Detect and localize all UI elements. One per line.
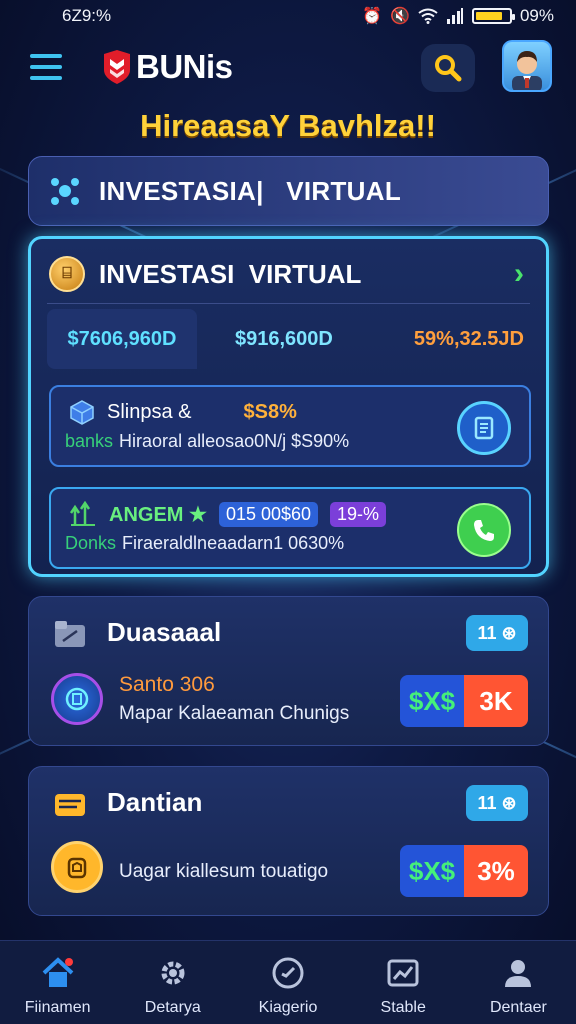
ledger-icon bbox=[474, 416, 494, 440]
nav-label: Kiagerio bbox=[258, 999, 318, 1016]
app-header: BUNis bbox=[0, 40, 576, 96]
ledger-button[interactable] bbox=[457, 401, 511, 455]
mute-icon: 🔇 bbox=[390, 8, 410, 25]
investment-item[interactable]: Slinpsa & $S8% banks Hiraoral alleosao0N… bbox=[49, 385, 531, 467]
investment-stats: $7606,960D $916,600D 59%,32.5JD bbox=[47, 309, 530, 369]
investment-item-details: Donks Firaeraldlneaadarn1 0630% bbox=[65, 533, 344, 554]
wallet-icon bbox=[55, 794, 85, 816]
status-time: 6Z9:% bbox=[62, 6, 112, 25]
gear-icon bbox=[155, 955, 191, 991]
card-subtitle: Santo 306 bbox=[119, 673, 215, 696]
investment-item[interactable]: ANGEM ★ 015 00$60 19-% Donks Firaeraldln… bbox=[49, 487, 531, 569]
investment-item-name: Slinpsa & bbox=[107, 400, 192, 423]
search-icon bbox=[435, 55, 462, 82]
greeting-text: HireaasaY Bavhlza!! bbox=[140, 108, 436, 143]
bottom-navigation: Fiinamen Detarya Kiagerio Stable Dentaer bbox=[0, 940, 576, 1024]
card-value-pill[interactable]: $X$ 3K bbox=[400, 675, 528, 727]
investment-item-percent-chip: 19-% bbox=[330, 501, 387, 527]
investment-item-header: Slinpsa & $S8% bbox=[69, 399, 297, 425]
hand-coin-icon bbox=[67, 857, 87, 879]
nav-item-stats[interactable]: Stable bbox=[346, 941, 461, 1024]
card-description: Uagar kiallesum touatigo bbox=[119, 861, 329, 882]
investment-item-percent: $S8% bbox=[243, 400, 297, 423]
coin-emblem-icon bbox=[65, 687, 89, 711]
signal-icon bbox=[446, 8, 463, 24]
investment-item-desc: Firaeraldlneaadarn1 0630% bbox=[122, 533, 345, 553]
compass-icon bbox=[270, 955, 306, 991]
card-description: Mapar Kalaeaman Chunigs bbox=[119, 703, 350, 724]
menu-line bbox=[30, 65, 62, 69]
person-avatar-icon bbox=[512, 51, 542, 90]
pill-value: 3K bbox=[464, 675, 528, 727]
brand-name: BUNis bbox=[136, 48, 233, 85]
card-value-pill[interactable]: $X$ 3% bbox=[400, 845, 528, 897]
search-button[interactable] bbox=[421, 44, 475, 92]
investment-item-name: ANGEM ★ bbox=[109, 503, 207, 526]
banner-title: INVESTASIA| VIRTUAL bbox=[99, 175, 401, 206]
investment-item-tag: banks bbox=[65, 431, 114, 451]
nav-item-explore[interactable]: Kiagerio bbox=[230, 941, 345, 1024]
investment-item-desc: Hiraoral alleosao0N/j $S90% bbox=[119, 431, 350, 451]
battery-icon bbox=[471, 8, 515, 24]
network-icon bbox=[51, 178, 79, 205]
brand[interactable]: BUNis bbox=[102, 48, 233, 86]
card-badge[interactable]: 11 ⊛ bbox=[466, 785, 528, 821]
investasia-banner[interactable]: INVESTASIA| VIRTUAL bbox=[28, 156, 549, 226]
card-title: Dantian bbox=[107, 787, 203, 817]
folder-icon bbox=[55, 621, 85, 647]
user-icon bbox=[500, 955, 536, 991]
card-title: Duasaaal bbox=[107, 617, 222, 647]
nav-label: Detarya bbox=[144, 999, 201, 1016]
pill-value: 3% bbox=[464, 845, 528, 897]
investment-card: ⌸ INVESTASI VIRTUAL › $7606,960D $916,60… bbox=[28, 236, 549, 577]
nav-item-settings[interactable]: Detarya bbox=[115, 941, 230, 1024]
lock-icon bbox=[51, 841, 103, 893]
status-icons: ⏰ 🔇 09% bbox=[362, 6, 554, 26]
summary-card[interactable]: Duasaaal 11 ⊛ Santo 306 Mapar Kalaeaman … bbox=[28, 596, 549, 746]
menu-button[interactable] bbox=[30, 54, 62, 80]
cube-icon bbox=[70, 400, 94, 425]
nav-item-home[interactable]: Fiinamen bbox=[0, 941, 115, 1024]
card-badge[interactable]: 11 ⊛ bbox=[466, 615, 528, 651]
user-avatar[interactable] bbox=[502, 40, 552, 92]
pill-currency: $X$ bbox=[400, 675, 464, 727]
stat-return[interactable]: 59%,32.5JD bbox=[414, 328, 524, 351]
investment-item-tag: Donks bbox=[65, 533, 117, 553]
coin-icon: ⌸ bbox=[49, 256, 85, 292]
stat-total[interactable]: $7606,960D bbox=[47, 309, 197, 369]
investment-item-amount-chip: 015 00$60 bbox=[218, 501, 319, 527]
nav-label: Fiinamen bbox=[24, 999, 91, 1016]
brand-logo-icon bbox=[104, 50, 130, 84]
chevron-right-icon[interactable]: › bbox=[514, 257, 524, 291]
battery-text: 09% bbox=[519, 6, 554, 25]
pill-currency: $X$ bbox=[400, 845, 464, 897]
wifi-icon bbox=[418, 8, 438, 24]
nav-label: Stable bbox=[380, 999, 426, 1016]
summary-card[interactable]: Dantian 11 ⊛ Uagar kiallesum touatigo $X… bbox=[28, 766, 549, 916]
chart-icon bbox=[385, 955, 421, 991]
divider bbox=[47, 303, 530, 304]
status-bar: 6Z9:% ⏰ 🔇 09% bbox=[0, 0, 576, 32]
investment-title: INVESTASI VIRTUAL bbox=[99, 258, 362, 289]
call-button[interactable] bbox=[457, 503, 511, 557]
alarm-icon: ⏰ bbox=[362, 8, 383, 25]
home-icon bbox=[40, 955, 76, 991]
phone-icon bbox=[474, 520, 494, 541]
menu-line bbox=[30, 76, 62, 80]
nav-label: Dentaer bbox=[489, 999, 547, 1016]
growth-arrows-icon bbox=[69, 501, 95, 526]
investment-item-details: banks Hiraoral alleosao0N/j $S90% bbox=[65, 431, 349, 452]
investment-item-header: ANGEM ★ 015 00$60 19-% bbox=[69, 501, 387, 527]
investment-card-header: ⌸ INVESTASI VIRTUAL › bbox=[49, 256, 528, 292]
stat-value[interactable]: $916,600D bbox=[235, 328, 333, 351]
menu-line bbox=[30, 54, 62, 58]
nav-item-profile[interactable]: Dentaer bbox=[461, 941, 576, 1024]
battery-level bbox=[475, 12, 502, 20]
token-icon bbox=[51, 673, 103, 725]
